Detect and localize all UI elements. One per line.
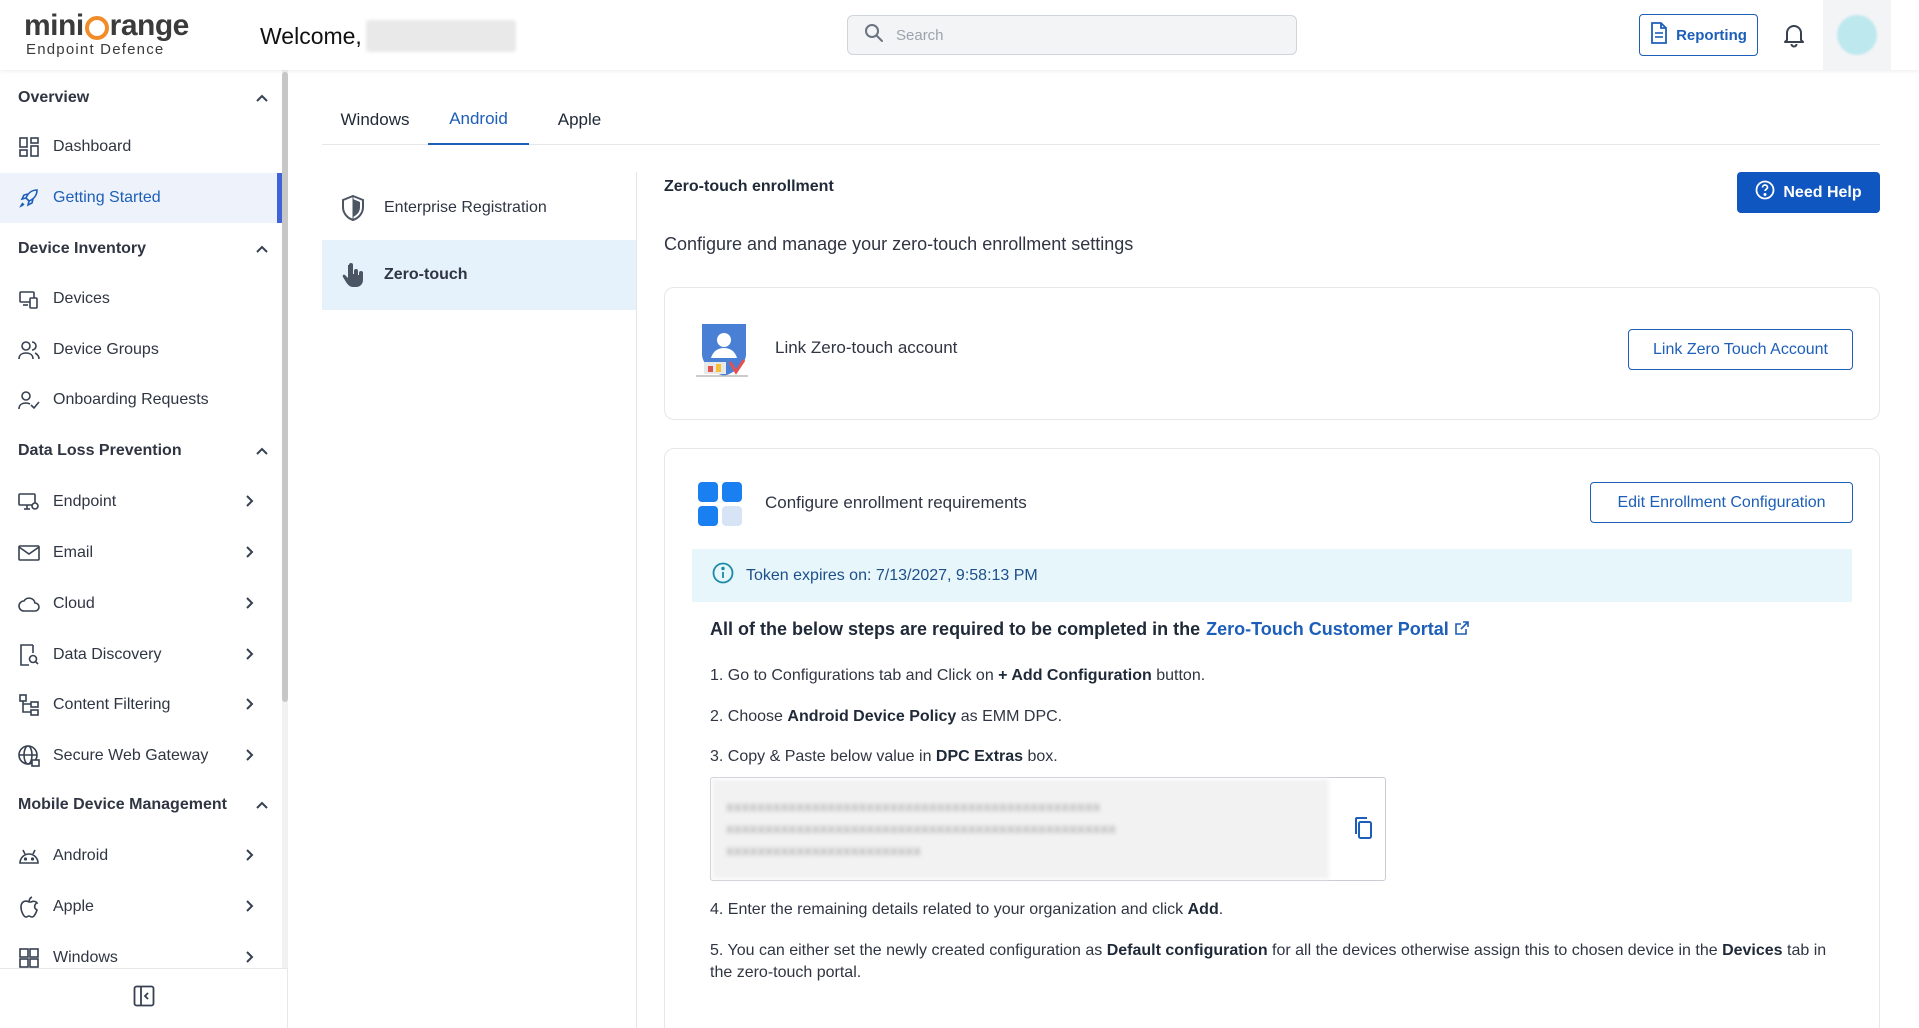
link-account-label: Link Zero-touch account: [775, 338, 958, 357]
enrollment-requirements-label: Configure enrollment requirements: [765, 493, 1027, 512]
sidebar-item-apple[interactable]: Apple: [0, 882, 282, 932]
zero-touch-portal-link[interactable]: Zero-Touch Customer Portal: [1206, 619, 1449, 640]
chevron-right-icon: [246, 545, 254, 563]
chevron-right-icon: [246, 899, 254, 917]
steps-heading: All of the below steps are required to b…: [710, 619, 1469, 640]
section-overview[interactable]: Overview: [18, 86, 268, 110]
windows-icon: [17, 946, 41, 968]
section-mobile-device-management[interactable]: Mobile Device Management: [18, 793, 268, 817]
page-subtitle: Configure and manage your zero-touch enr…: [664, 234, 1134, 254]
sidebar-item-email[interactable]: Email: [0, 528, 282, 578]
collapse-sidebar-icon[interactable]: [133, 985, 155, 1012]
sidebar-nav: Overview Dashboard Getting Started Devic…: [0, 70, 282, 968]
chevron-up-icon: [256, 240, 268, 258]
sidebar: Overview Dashboard Getting Started Devic…: [0, 70, 288, 1028]
shield-icon: [340, 195, 366, 221]
sidebar-item-cloud[interactable]: Cloud: [0, 579, 282, 629]
sidebar-item-data-discovery[interactable]: Data Discovery: [0, 630, 282, 680]
chevron-right-icon: [246, 848, 254, 866]
chevron-right-icon: [246, 748, 254, 766]
cloud-icon: [17, 592, 41, 616]
chevron-up-icon: [256, 442, 268, 460]
tab-windows[interactable]: Windows: [322, 95, 428, 145]
user-menu[interactable]: [1823, 0, 1891, 70]
sidebar-footer: [0, 968, 287, 1028]
mail-icon: [17, 541, 41, 565]
document-search-icon: [17, 643, 41, 667]
token-expiry-alert: Token expires on: 7/13/2027, 9:58:13 PM: [692, 549, 1852, 602]
rocket-icon: [17, 186, 41, 210]
external-link-icon[interactable]: [1454, 619, 1469, 640]
platform-tabs: Windows Android Apple: [322, 95, 1880, 145]
help-circle-icon: [1755, 180, 1775, 205]
sidebar-item-devices[interactable]: Devices: [0, 274, 282, 324]
dpc-extras-value-redacted[interactable]: xxxxxxxxxxxxxxxxxxxxxxxxxxxxxxxxxxxxxxxx…: [712, 779, 1329, 879]
step-4: 4. Enter the remaining details related t…: [710, 901, 1224, 918]
search-input[interactable]: [896, 26, 1276, 44]
avatar: [1837, 15, 1877, 55]
sidebar-item-device-groups[interactable]: Device Groups: [0, 325, 282, 375]
search-icon: [864, 23, 884, 48]
logo-o-mark: [84, 16, 109, 40]
sidebar-item-onboarding-requests[interactable]: Onboarding Requests: [0, 375, 282, 425]
welcome-text: Welcome,: [260, 20, 516, 52]
chevron-right-icon: [246, 596, 254, 614]
users-icon: [17, 338, 41, 362]
sidebar-item-dashboard[interactable]: Dashboard: [0, 122, 282, 172]
user-name-redacted: [365, 20, 516, 52]
bell-icon[interactable]: [1780, 21, 1808, 49]
sidebar-item-endpoint[interactable]: Endpoint: [0, 477, 282, 527]
page-title: Zero-touch enrollment: [664, 178, 834, 195]
need-help-button[interactable]: Need Help: [1737, 172, 1880, 213]
android-icon: [17, 844, 41, 868]
touch-hand-icon: [340, 262, 366, 288]
chevron-right-icon: [246, 950, 254, 968]
step-3: 3. Copy & Paste below value in DPC Extra…: [710, 748, 1058, 765]
link-account-card: Link Zero-touch account Link Zero Touch …: [664, 287, 1880, 420]
subnav-divider: [636, 172, 637, 1028]
globe-lock-icon: [17, 744, 41, 768]
step-2: 2. Choose Android Device Policy as EMM D…: [710, 708, 1063, 725]
search-bar[interactable]: [847, 15, 1297, 55]
step-5: 5. You can either set the newly created …: [710, 942, 1827, 981]
monitor-settings-icon: [17, 490, 41, 514]
brand-logo[interactable]: mini range Endpoint Defence: [24, 10, 194, 62]
subnav-zero-touch[interactable]: Zero-touch: [322, 240, 637, 310]
chevron-right-icon: [246, 494, 254, 512]
top-header: minirange Endpoint Defence Welcome, Repo…: [0, 0, 1919, 70]
chevron-right-icon: [246, 647, 254, 665]
token-expiry-text: Token expires on: 7/13/2027, 9:58:13 PM: [746, 566, 1038, 584]
logo-subtitle: Endpoint Defence: [26, 41, 165, 58]
apps-grid-icon: [697, 481, 745, 529]
chevron-right-icon: [246, 697, 254, 715]
tab-android[interactable]: Android: [428, 95, 529, 145]
zero-touch-account-icon: [696, 318, 752, 380]
sidebar-item-getting-started[interactable]: Getting Started: [0, 173, 282, 223]
sidebar-item-android[interactable]: Android: [0, 831, 282, 881]
section-device-inventory[interactable]: Device Inventory: [18, 237, 268, 261]
document-icon: [1650, 22, 1668, 48]
dashboard-icon: [17, 135, 41, 159]
reporting-button[interactable]: Reporting: [1639, 14, 1758, 56]
apple-icon: [17, 895, 41, 919]
dpc-extras-box: xxxxxxxxxxxxxxxxxxxxxxxxxxxxxxxxxxxxxxxx…: [710, 777, 1386, 881]
edit-enrollment-configuration-button[interactable]: Edit Enrollment Configuration: [1590, 482, 1853, 523]
subnav-enterprise-registration[interactable]: Enterprise Registration: [322, 173, 637, 243]
chevron-up-icon: [256, 89, 268, 107]
link-zero-touch-account-button[interactable]: Link Zero Touch Account: [1628, 329, 1853, 370]
section-data-loss-prevention[interactable]: Data Loss Prevention: [18, 439, 268, 463]
sidebar-item-windows[interactable]: Windows: [0, 933, 282, 968]
devices-icon: [17, 287, 41, 311]
copy-icon[interactable]: [1349, 812, 1377, 844]
filter-hierarchy-icon: [17, 693, 41, 717]
user-check-icon: [17, 388, 41, 412]
step-1: 1. Go to Configurations tab and Click on…: [710, 667, 1206, 684]
sidebar-item-secure-web-gateway[interactable]: Secure Web Gateway: [0, 731, 282, 781]
info-icon: [712, 562, 734, 589]
chevron-up-icon: [256, 796, 268, 814]
enrollment-requirements-card: Configure enrollment requirements Edit E…: [664, 448, 1880, 1028]
sidebar-scrollbar-thumb[interactable]: [282, 72, 288, 702]
tab-apple[interactable]: Apple: [529, 95, 630, 145]
sidebar-item-content-filtering[interactable]: Content Filtering: [0, 680, 282, 730]
